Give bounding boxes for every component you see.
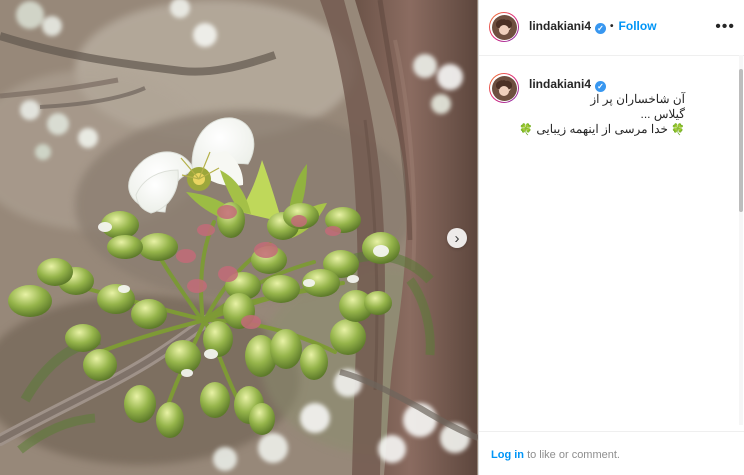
login-prompt: Log in to like or comment. bbox=[491, 449, 620, 461]
login-prompt-text: to like or comment. bbox=[527, 449, 620, 461]
caption-verified-icon: ✓ bbox=[595, 81, 607, 92]
caption-avatar[interactable] bbox=[489, 73, 519, 103]
header-user-row: lindakiani4 ✓ • Follow bbox=[529, 19, 657, 34]
avatar-ring bbox=[490, 13, 518, 41]
verified-icon: ✓ bbox=[595, 23, 607, 34]
more-options-icon[interactable]: ••• bbox=[715, 19, 735, 35]
clover-icon-trailing: 🍀 bbox=[519, 124, 534, 136]
comment-footer: Log in to like or comment. bbox=[479, 431, 744, 475]
profile-avatar[interactable] bbox=[489, 12, 519, 42]
instagram-post-modal: › lindakiani4 ✓ • Follow ••• lindakiani4 ✓ bbox=[0, 0, 744, 475]
carousel-next-button[interactable]: › bbox=[447, 228, 467, 248]
caption-username[interactable]: lindakiani4 bbox=[529, 77, 591, 91]
follow-button[interactable]: Follow bbox=[619, 19, 657, 33]
caption-avatar-image bbox=[491, 75, 517, 101]
caption-line-1: آن شاخساران پر از bbox=[590, 92, 685, 106]
caption-text: آن شاخساران پر از گیلاس ... 🍀 خدا مرسی ا… bbox=[519, 92, 685, 138]
separator-dot: • bbox=[610, 21, 614, 32]
caption-scrollbar-thumb[interactable] bbox=[739, 69, 743, 212]
caption-line-3-wrap: 🍀 خدا مرسی از اینهمه زیبایی 🍀 bbox=[519, 122, 685, 138]
avatar-image bbox=[491, 14, 517, 40]
post-image: › bbox=[0, 0, 478, 475]
cherry-blossom-photo bbox=[0, 0, 478, 475]
header-username[interactable]: lindakiani4 bbox=[529, 19, 591, 33]
caption-line-3: خدا مرسی از اینهمه زیبایی bbox=[536, 122, 668, 136]
post-caption: lindakiani4 ✓ آن شاخساران پر از گیلاس ...… bbox=[479, 65, 744, 435]
post-header: lindakiani4 ✓ • Follow ••• bbox=[479, 0, 744, 56]
chevron-right-icon: › bbox=[454, 229, 460, 247]
caption-line-2: گیلاس ... bbox=[640, 107, 685, 121]
caption-scrollbar[interactable] bbox=[739, 55, 743, 425]
clover-icon: 🍀 bbox=[671, 124, 685, 136]
login-link[interactable]: Log in bbox=[491, 449, 524, 461]
caption-user-row: lindakiani4 ✓ bbox=[529, 77, 607, 92]
post-sidebar: lindakiani4 ✓ • Follow ••• lindakiani4 ✓ آن … bbox=[478, 0, 744, 475]
caption-avatar-ring bbox=[490, 74, 518, 102]
